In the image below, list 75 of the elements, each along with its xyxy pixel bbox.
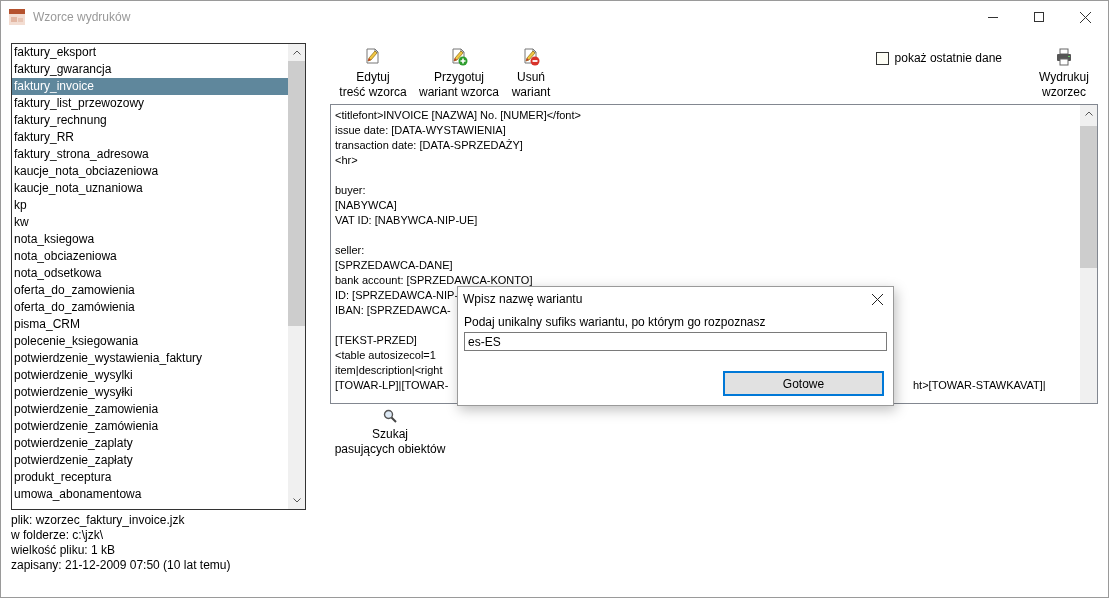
list-item[interactable]: faktury_strona_adresowa <box>12 146 288 163</box>
list-item[interactable]: umowa_abonamentowa <box>12 486 288 503</box>
list-item[interactable]: oferta_do_zamówienia <box>12 299 288 316</box>
list-item[interactable]: faktury_list_przewozowy <box>12 95 288 112</box>
list-item[interactable]: potwierdzenie_zaplaty <box>12 435 288 452</box>
toolbar-button[interactable]: Edytuj treść wzorca <box>334 43 412 100</box>
list-item[interactable]: potwierdzenie_zamówienia <box>12 418 288 435</box>
code-line: seller: <box>335 244 365 256</box>
close-icon <box>871 293 883 305</box>
app-icon <box>9 9 25 25</box>
list-item[interactable]: potwierdzenie_zamowienia <box>12 401 288 418</box>
code-line: issue date: [DATA-WYSTAWIENIA] <box>335 124 506 136</box>
code-line: IBAN: [SPRZEDAWCA- <box>335 304 451 316</box>
document-pencil-icon <box>364 48 382 66</box>
code-line: ID: [SPRZEDAWCA-NIP- <box>335 289 459 301</box>
code-line: buyer: <box>335 184 366 196</box>
scroll-up-icon[interactable] <box>292 50 301 55</box>
maximize-icon <box>1034 12 1044 22</box>
list-item[interactable]: produkt_receptura <box>12 469 288 486</box>
code-line: <table autosizecol=1 <box>335 349 436 361</box>
code-line: VAT ID: [NABYWCA-NIP-UE] <box>335 214 478 226</box>
list-item[interactable]: faktury_RR <box>12 129 288 146</box>
list-item[interactable]: nota_obciazeniowa <box>12 248 288 265</box>
list-item[interactable]: faktury_gwarancja <box>12 61 288 78</box>
list-item[interactable]: oferta_do_zamowienia <box>12 282 288 299</box>
dialog-title: Wpisz nazwę wariantu <box>463 292 583 306</box>
code-line: <titlefont>INVOICE [NAZWA] No. [NUMER]</font> <box>335 109 581 121</box>
list-item[interactable]: kaucje_nota_uznaniowa <box>12 180 288 197</box>
list-item[interactable]: potwierdzenie_zapłaty <box>12 452 288 469</box>
code-line: item|description|<right <box>335 364 443 376</box>
file-info-text: wielkość pliku: 1 kB <box>11 543 117 558</box>
list-item[interactable]: polecenie_ksiegowania <box>12 333 288 350</box>
list-item[interactable]: kw <box>12 214 288 231</box>
list-item[interactable]: faktury_eksport <box>12 44 288 61</box>
file-info-text: zapisany: 21-12-2009 07:50 (10 lat temu) <box>11 558 232 573</box>
suffix-input[interactable]: es-ES <box>464 332 887 351</box>
code-line: bank account: [SPRZEDAWCA-KONTO] <box>335 274 533 286</box>
prompt-text: Podaj unikalny sufiks wariantu, po którym go rozpoznasz <box>464 315 767 330</box>
file-info-text: plik: wzorzec_faktury_invoice.jzk <box>11 513 186 528</box>
printer-icon <box>1055 48 1073 66</box>
list-item[interactable]: nota_ksiegowa <box>12 231 288 248</box>
code-line: [TEKST-PRZED] <box>335 334 417 346</box>
print-button[interactable]: Wydrukuj wzorzec <box>1032 43 1096 100</box>
scroll-down-icon[interactable] <box>292 498 301 503</box>
done-button[interactable]: Gotowe <box>723 371 884 396</box>
list-item[interactable]: kaucje_nota_obciazeniowa <box>12 163 288 180</box>
code-line: [TOWAR-LP]|[TOWAR- <box>335 379 449 391</box>
checkbox-label: pokaż ostatnie dane <box>894 51 1002 65</box>
code-line: transaction date: [DATA-SPRZEDAŻY] <box>335 139 523 151</box>
scrollbar[interactable] <box>288 44 305 509</box>
list-item[interactable]: faktury_rechnung <box>12 112 288 129</box>
template-list[interactable] <box>11 43 306 510</box>
document-plus-icon <box>450 48 468 66</box>
scrollbar[interactable] <box>1080 105 1097 403</box>
list-item[interactable]: potwierdzenie_wystawienia_faktury <box>12 350 288 367</box>
list-item[interactable]: pisma_CRM <box>12 316 288 333</box>
search-icon <box>383 409 397 423</box>
scroll-up-icon[interactable] <box>1084 111 1093 116</box>
code-line: <hr> <box>335 154 358 166</box>
checkbox[interactable] <box>875 51 889 65</box>
list-item[interactable]: potwierdzenie_wysylki <box>12 367 288 384</box>
window-title: Wzorce wydruków <box>33 10 131 24</box>
code-line: [NABYWCA] <box>335 199 397 211</box>
list-item[interactable]: potwierdzenie_wysyłki <box>12 384 288 401</box>
code-line: [SPRZEDAWCA-DANE] <box>335 259 453 271</box>
search-button[interactable]: Szukaj pasujących obiektów <box>332 404 448 457</box>
toolbar-button[interactable]: Przygotuj wariant wzorca <box>416 43 502 100</box>
close-icon <box>1079 11 1091 23</box>
list-item[interactable]: faktury_invoice <box>12 78 288 95</box>
code-line: ht>[TOWAR-STAWKAVAT]| <box>913 378 1046 393</box>
document-minus-icon <box>522 48 540 66</box>
list-item[interactable]: kp <box>12 197 288 214</box>
file-info-text: w folderze: c:\jzk\ <box>11 528 105 543</box>
list-item[interactable]: nota_odsetkowa <box>12 265 288 282</box>
toolbar-button[interactable]: Usuń wariant <box>506 43 556 100</box>
